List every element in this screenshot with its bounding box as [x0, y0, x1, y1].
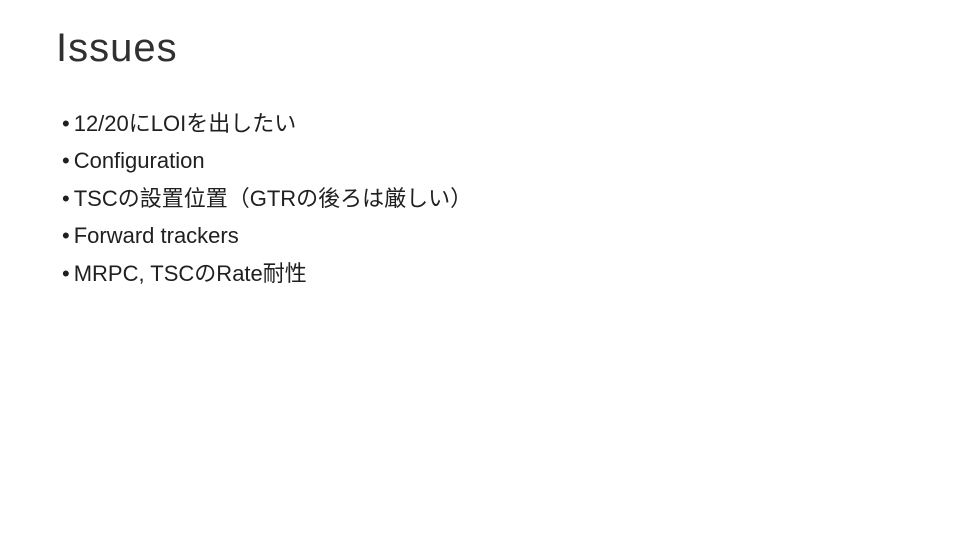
list-item-text: MRPC, TSCのRate耐性 — [74, 261, 307, 286]
list-item-text: TSCの設置位置（GTRの後ろは厳しい） — [74, 186, 472, 211]
bullet-list: •12/20にLOIを出したい •Configuration •TSCの設置位置… — [62, 105, 904, 292]
bullet-dot-icon: • — [62, 223, 70, 248]
list-item: •Forward trackers — [62, 217, 904, 254]
list-item: •Configuration — [62, 142, 904, 179]
slide: Issues •12/20にLOIを出したい •Configuration •T… — [0, 0, 960, 540]
slide-title: Issues — [56, 26, 904, 71]
list-item: •12/20にLOIを出したい — [62, 105, 904, 142]
list-item: •TSCの設置位置（GTRの後ろは厳しい） — [62, 180, 904, 217]
bullet-dot-icon: • — [62, 148, 70, 173]
list-item-text: Forward trackers — [74, 223, 239, 248]
list-item: •MRPC, TSCのRate耐性 — [62, 255, 904, 292]
list-item-text: 12/20にLOIを出したい — [74, 111, 297, 136]
bullet-dot-icon: • — [62, 186, 70, 211]
list-item-text: Configuration — [74, 148, 205, 173]
bullet-dot-icon: • — [62, 261, 70, 286]
bullet-dot-icon: • — [62, 111, 70, 136]
